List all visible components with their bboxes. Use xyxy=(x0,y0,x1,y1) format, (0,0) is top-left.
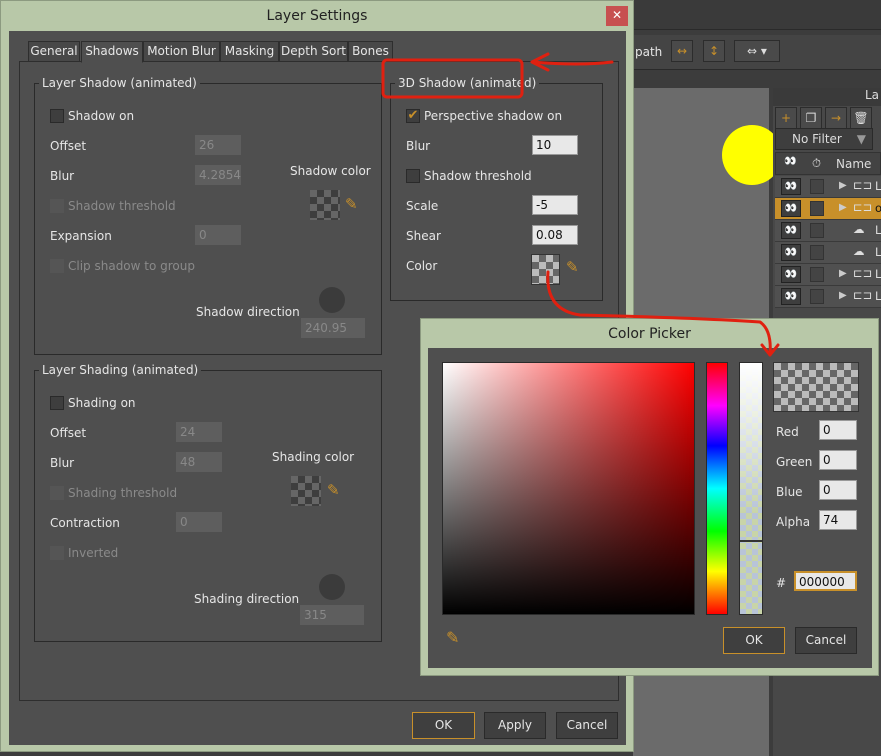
annotation-highlight-box xyxy=(381,58,524,99)
annotation-overlay xyxy=(381,52,780,357)
annotation-arrow-to-alpha xyxy=(546,270,780,357)
annotation-arrow-to-title xyxy=(530,52,614,72)
